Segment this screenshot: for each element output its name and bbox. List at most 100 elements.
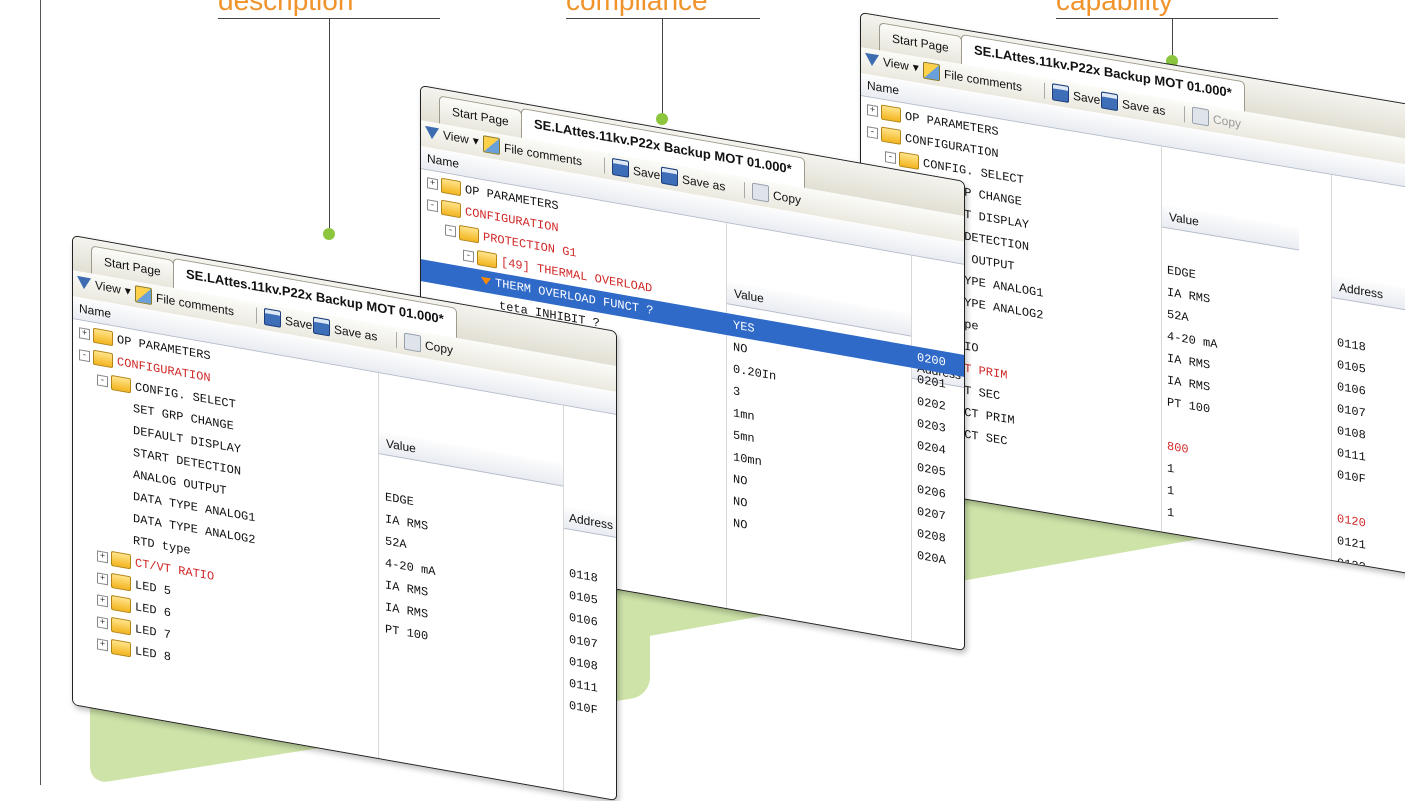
row-address: 0105 <box>569 588 598 608</box>
row-address: 0111 <box>1337 445 1366 465</box>
row-address: 0120 <box>1337 511 1366 531</box>
filter-icon <box>77 275 91 291</box>
view-button[interactable]: View ▾ <box>865 52 919 75</box>
folder-icon <box>111 594 131 614</box>
row-value[interactable]: NO <box>733 516 747 533</box>
row-value[interactable]: YES <box>733 318 755 336</box>
row-value[interactable]: NO <box>733 472 747 489</box>
save-icon <box>264 307 281 328</box>
folder-icon <box>441 177 461 197</box>
row-address: 0207 <box>917 504 946 524</box>
expand-plus-icon[interactable]: + <box>97 594 108 608</box>
callout-label-capability: capability <box>1056 0 1173 16</box>
callout-rule-capability <box>1056 18 1278 19</box>
collapse-minus-icon[interactable]: - <box>445 224 456 238</box>
row-address: 0206 <box>917 482 946 502</box>
collapse-minus-icon[interactable]: - <box>867 126 878 140</box>
chevron-down-icon: ▾ <box>472 133 479 149</box>
collapse-minus-icon[interactable]: - <box>427 199 438 213</box>
row-value[interactable]: NO <box>733 494 747 511</box>
notes-icon <box>483 135 500 156</box>
copy-icon <box>404 332 421 353</box>
row-name: LED 8 <box>135 644 172 665</box>
row-value[interactable]: 1 <box>1167 483 1174 498</box>
expand-plus-icon[interactable]: + <box>97 638 108 652</box>
row-name: LED 7 <box>135 622 172 643</box>
chevron-down-icon: ▾ <box>912 59 919 75</box>
view-label: View <box>883 54 909 74</box>
callout-stem-compliance <box>662 18 663 118</box>
save-as-icon <box>661 166 678 187</box>
save-as-icon <box>1101 91 1118 112</box>
filter-icon <box>865 52 879 68</box>
row-value[interactable]: 1 <box>1167 505 1174 520</box>
save-label: Save <box>1073 88 1101 107</box>
expand-plus-icon[interactable]: + <box>97 572 108 586</box>
copy-label: Copy <box>425 337 454 357</box>
row-address: 0118 <box>569 566 598 586</box>
collapse-minus-icon[interactable]: - <box>463 249 474 263</box>
row-value[interactable]: 1 <box>1167 461 1174 476</box>
folder-icon <box>111 572 131 592</box>
expand-plus-icon[interactable]: + <box>79 327 90 341</box>
row-value[interactable]: NO <box>733 340 747 357</box>
name-header-label: Name <box>427 151 460 171</box>
view-label: View <box>443 128 469 147</box>
chevron-down-icon: ▾ <box>124 283 131 299</box>
toolbar-separator <box>1044 82 1045 99</box>
row-value[interactable]: 52A <box>1167 307 1189 325</box>
page-left-rule <box>40 0 41 785</box>
expand-plus-icon[interactable]: + <box>427 177 438 191</box>
save-label: Save <box>285 313 313 332</box>
name-header-label: Name <box>867 78 900 98</box>
folder-icon <box>477 250 497 269</box>
expand-plus-icon[interactable]: + <box>867 104 878 118</box>
row-value[interactable]: 52A <box>385 534 407 552</box>
save-as-label: Save as <box>334 321 378 344</box>
callout-stem-capability <box>1172 18 1173 60</box>
row-value[interactable]: 10mn <box>733 450 762 469</box>
view-button[interactable]: View ▾ <box>425 125 479 148</box>
name-header-label: Name <box>79 301 112 321</box>
folder-icon <box>111 374 131 394</box>
row-address: 0106 <box>569 610 598 630</box>
folder-icon <box>881 126 901 145</box>
toolbar-separator <box>604 156 605 174</box>
row-address: 0208 <box>917 526 946 546</box>
row-value[interactable]: IA RMS <box>1167 373 1210 394</box>
folder-icon <box>93 327 113 347</box>
row-value[interactable]: IA RMS <box>1167 285 1210 306</box>
row-value[interactable]: 800 <box>1167 439 1189 457</box>
row-value[interactable]: PT 100 <box>1167 395 1210 416</box>
callout-label-description: description <box>218 0 354 16</box>
expand-plus-icon[interactable]: + <box>97 550 108 564</box>
row-address: 0122 <box>1337 555 1366 575</box>
view-button[interactable]: View ▾ <box>77 275 131 298</box>
copy-icon <box>752 182 769 203</box>
row-value[interactable]: IA RMS <box>1167 351 1210 372</box>
collapse-minus-icon[interactable]: - <box>885 151 896 165</box>
folder-icon <box>441 199 461 219</box>
row-address: 0118 <box>1337 335 1366 355</box>
row-value[interactable]: 3 <box>733 384 740 399</box>
row-address: 0202 <box>917 394 946 414</box>
row-address: 0121 <box>1337 533 1366 553</box>
row-address: 0106 <box>1337 379 1366 399</box>
row-address: 0201 <box>917 372 946 392</box>
save-icon <box>1052 83 1069 103</box>
callout-stem-description <box>329 18 330 230</box>
view-label: View <box>95 278 121 297</box>
row-name: LED 6 <box>135 600 172 621</box>
filter-icon <box>425 125 439 141</box>
collapse-minus-icon[interactable]: - <box>97 374 108 388</box>
row-value[interactable]: 5mn <box>733 428 755 446</box>
row-value[interactable]: EDGE <box>385 490 414 509</box>
row-value[interactable]: EDGE <box>1167 263 1196 282</box>
collapse-minus-icon[interactable]: - <box>79 349 90 363</box>
row-address: 0108 <box>1337 423 1366 443</box>
expand-plus-icon[interactable]: + <box>97 616 108 630</box>
folder-icon <box>459 224 479 244</box>
folder-icon <box>111 638 131 658</box>
save-as-label: Save as <box>682 171 726 194</box>
row-value[interactable]: 1mn <box>733 406 755 424</box>
